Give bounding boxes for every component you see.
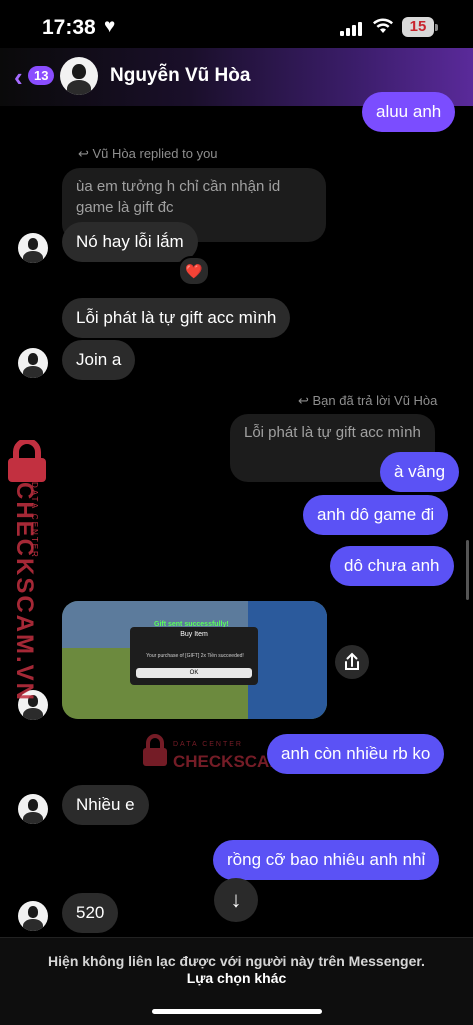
dialog-ok-button: OK	[136, 668, 252, 678]
contact-avatar[interactable]	[60, 57, 98, 95]
sender-avatar	[18, 348, 48, 378]
sender-avatar	[18, 794, 48, 824]
image-message[interactable]: Gift sent successfully! Buy Item Your pu…	[62, 601, 327, 719]
message-incoming[interactable]: Nó hay lỗi lắm	[62, 222, 198, 262]
reply-label: ↩ Bạn đã trả lời Vũ Hòa	[298, 393, 438, 408]
cellular-signal-icon	[340, 20, 362, 36]
battery-tip	[435, 24, 438, 31]
arrow-down-icon: ↓	[230, 887, 242, 912]
message-incoming[interactable]: Join a	[62, 340, 136, 380]
scroll-down-button[interactable]: ↓	[214, 878, 258, 922]
watermark-lock-icon	[2, 438, 54, 487]
home-indicator	[152, 1009, 322, 1014]
watermark-tagline: DATA CENTER	[30, 482, 39, 559]
status-time: 17:38	[42, 16, 96, 39]
message-incoming[interactable]: 520	[62, 893, 119, 933]
message-incoming[interactable]: Nhiều e	[62, 785, 149, 825]
battery-icon: 15	[402, 17, 434, 37]
sender-avatar	[18, 233, 48, 263]
heart-icon: ♥	[104, 16, 116, 37]
sender-avatar	[18, 901, 48, 931]
message-outgoing[interactable]: anh còn nhiều rb ko	[267, 734, 445, 774]
unread-count-badge[interactable]: 13	[28, 66, 55, 85]
message-outgoing[interactable]: aluu anh	[362, 92, 456, 132]
scrollbar[interactable]	[466, 540, 469, 600]
unavailable-note: Hiện không liên lạc được với người này t…	[48, 953, 425, 969]
contact-name[interactable]: Nguyễn Vũ Hòa	[110, 65, 250, 87]
message-outgoing[interactable]: anh dô game đi	[303, 495, 449, 535]
watermark-tagline: DATA CENTER	[173, 741, 243, 748]
reply-label: ↩ Vũ Hòa replied to you	[78, 146, 218, 161]
message-incoming[interactable]: Lỗi phát là tự gift acc mình	[62, 298, 291, 338]
share-button[interactable]	[335, 645, 369, 679]
message-outgoing[interactable]: rồng cỡ bao nhiêu anh nhỉ	[213, 840, 440, 880]
message-outgoing[interactable]: à vâng	[380, 452, 460, 492]
other-options-link[interactable]: Lựa chọn khác	[0, 970, 473, 986]
dialog-title: Buy Item	[180, 631, 208, 638]
message-outgoing[interactable]: dô chưa anh	[330, 546, 454, 586]
watermark-lock-icon	[140, 734, 170, 773]
wifi-icon	[372, 17, 394, 40]
back-chevron-icon[interactable]: ‹	[14, 62, 23, 93]
share-icon	[345, 652, 359, 670]
heart-reaction-icon[interactable]: ❤️	[178, 256, 210, 286]
dialog-text: Your purchase of [GIFT] 2x Tiền succeede…	[146, 653, 244, 659]
